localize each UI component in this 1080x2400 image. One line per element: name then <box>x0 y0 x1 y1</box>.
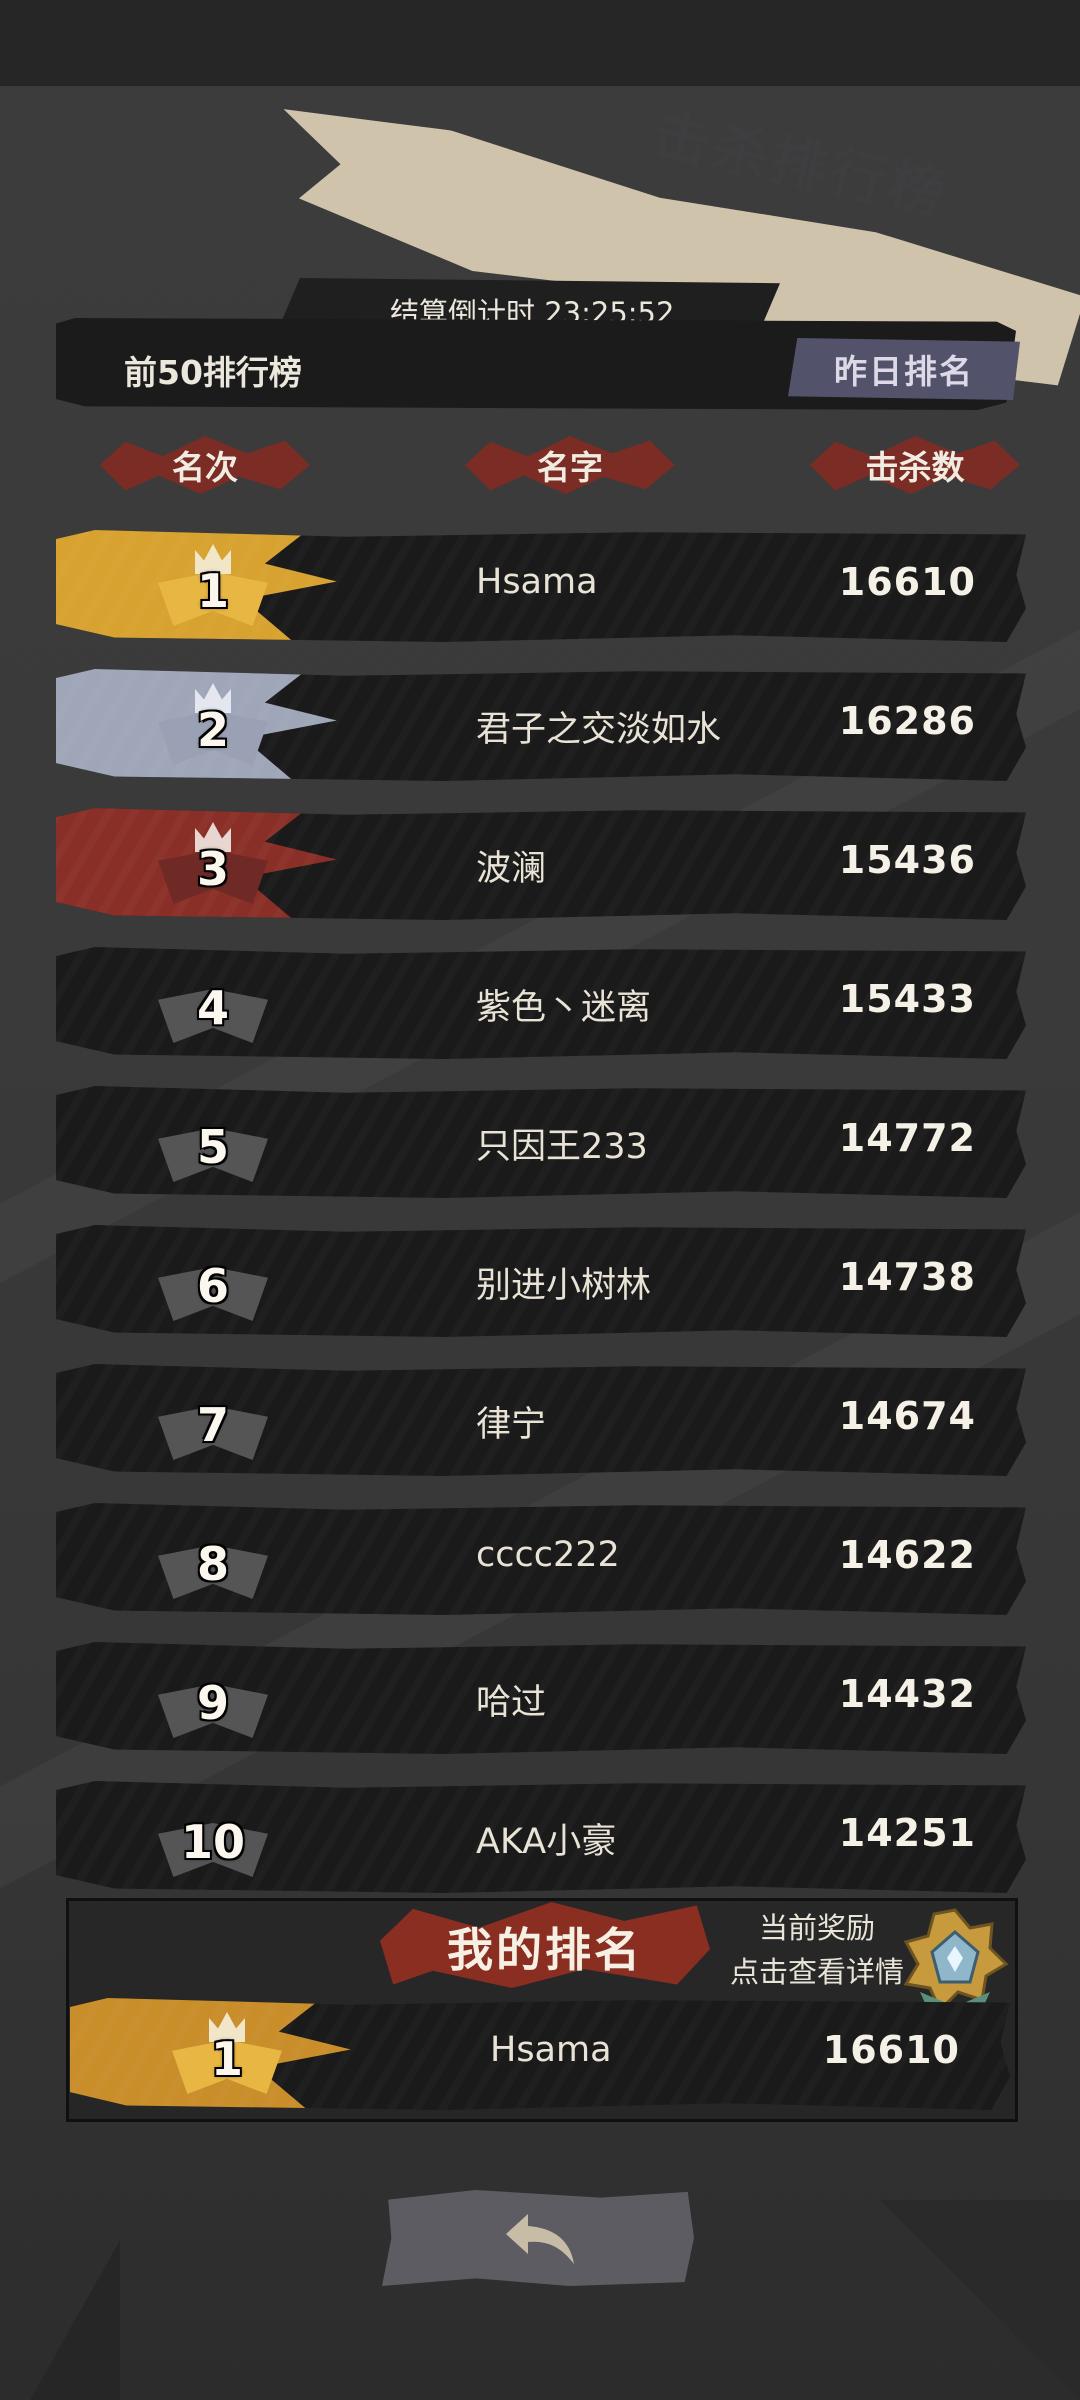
column-header-name: 名字 <box>465 436 675 494</box>
my-kill-count: 16610 <box>822 2028 960 2072</box>
kill-count: 14738 <box>838 1255 976 1299</box>
player-name: cccc222 <box>476 1535 620 1575</box>
player-name: 紫色丶迷离 <box>476 988 652 1028</box>
back-button[interactable] <box>382 2190 694 2286</box>
leaderboard-row[interactable]: 10 AKA小豪 14251 <box>56 1781 1026 1893</box>
rank-badge-icon: 5 <box>148 1106 278 1186</box>
kill-count: 14772 <box>838 1116 976 1160</box>
leaderboard-row[interactable]: 7 律宁 14674 <box>56 1364 1026 1476</box>
reward-label: 当前奖励 <box>758 1911 875 1945</box>
kill-count: 15436 <box>838 838 976 882</box>
rank-number: 1 <box>196 564 229 618</box>
my-rank-row[interactable]: 1 Hsama 16610 <box>70 1998 1010 2110</box>
player-name: 哈过 <box>476 1683 547 1723</box>
column-header-rank: 名次 <box>100 436 310 494</box>
background-shard <box>30 2240 120 2400</box>
leaderboard-row[interactable]: 5 只因王233 14772 <box>56 1086 1026 1198</box>
rank-badge-icon: 4 <box>148 967 278 1047</box>
kill-count: 14674 <box>838 1394 976 1438</box>
player-name: 波澜 <box>476 849 547 889</box>
kill-count: 14622 <box>838 1533 976 1577</box>
kill-count: 16610 <box>838 560 976 604</box>
board-label: 前50排行榜 <box>124 353 302 392</box>
my-rank-title: 我的排名 <box>447 1923 643 1977</box>
rank-badge-icon: 1 <box>148 544 278 630</box>
leaderboard-row[interactable]: 4 紫色丶迷离 15433 <box>56 947 1026 1059</box>
player-name: AKA小豪 <box>476 1822 617 1862</box>
leaderboard-row[interactable]: 1 Hsama 16610 <box>56 530 1026 642</box>
reward-details-label: 点击查看详情 <box>729 1955 904 1989</box>
rank-number: 6 <box>196 1259 229 1313</box>
current-reward-link[interactable]: 当前奖励 点击查看详情 <box>722 1906 912 1994</box>
rank-number: 4 <box>196 981 229 1035</box>
rank-number: 9 <box>196 1676 229 1730</box>
rank-badge-icon: 1 <box>162 2012 292 2098</box>
back-arrow-icon <box>506 2214 574 2264</box>
rank-number: 2 <box>196 703 229 757</box>
rank-badge-icon: 10 <box>148 1801 278 1881</box>
my-rank-number: 1 <box>210 2032 243 2086</box>
rank-badge-icon: 2 <box>148 683 278 769</box>
rank-number: 7 <box>196 1398 229 1452</box>
rank-badge-icon: 9 <box>148 1662 278 1742</box>
leaderboard-row[interactable]: 6 别进小树林 14738 <box>56 1225 1026 1337</box>
reward-medal-icon[interactable] <box>900 1906 1010 2016</box>
leaderboard-row[interactable]: 8 cccc222 14622 <box>56 1503 1026 1615</box>
rank-badge-icon: 3 <box>148 822 278 908</box>
kill-count: 14432 <box>838 1672 976 1716</box>
rank-badge-icon: 7 <box>148 1384 278 1464</box>
top-status-bar <box>0 0 1080 86</box>
kill-count: 16286 <box>838 699 976 743</box>
player-name: 别进小树林 <box>476 1266 652 1306</box>
leaderboard-row[interactable]: 2 君子之交淡如水 16286 <box>56 669 1026 781</box>
kill-count: 15433 <box>838 977 976 1021</box>
player-name: Hsama <box>476 562 598 602</box>
rank-number: 10 <box>180 1815 245 1869</box>
kill-count: 14251 <box>838 1811 976 1855</box>
rank-number: 8 <box>196 1537 229 1591</box>
leaderboard-row[interactable]: 3 波澜 15436 <box>56 808 1026 920</box>
background-shard <box>880 2200 1080 2400</box>
rank-badge-icon: 8 <box>148 1523 278 1603</box>
leaderboard-row[interactable]: 9 哈过 14432 <box>56 1642 1026 1754</box>
player-name: 只因王233 <box>476 1127 648 1167</box>
column-header-kills: 击杀数 <box>810 436 1020 494</box>
player-name: 君子之交淡如水 <box>476 710 722 750</box>
rank-number: 3 <box>196 842 229 896</box>
my-player-name: Hsama <box>490 2030 612 2070</box>
player-name: 律宁 <box>476 1405 547 1445</box>
rank-badge-icon: 6 <box>148 1245 278 1325</box>
rank-number: 5 <box>196 1120 229 1174</box>
yesterday-ranking-button[interactable]: 昨日排名 <box>788 338 1020 400</box>
